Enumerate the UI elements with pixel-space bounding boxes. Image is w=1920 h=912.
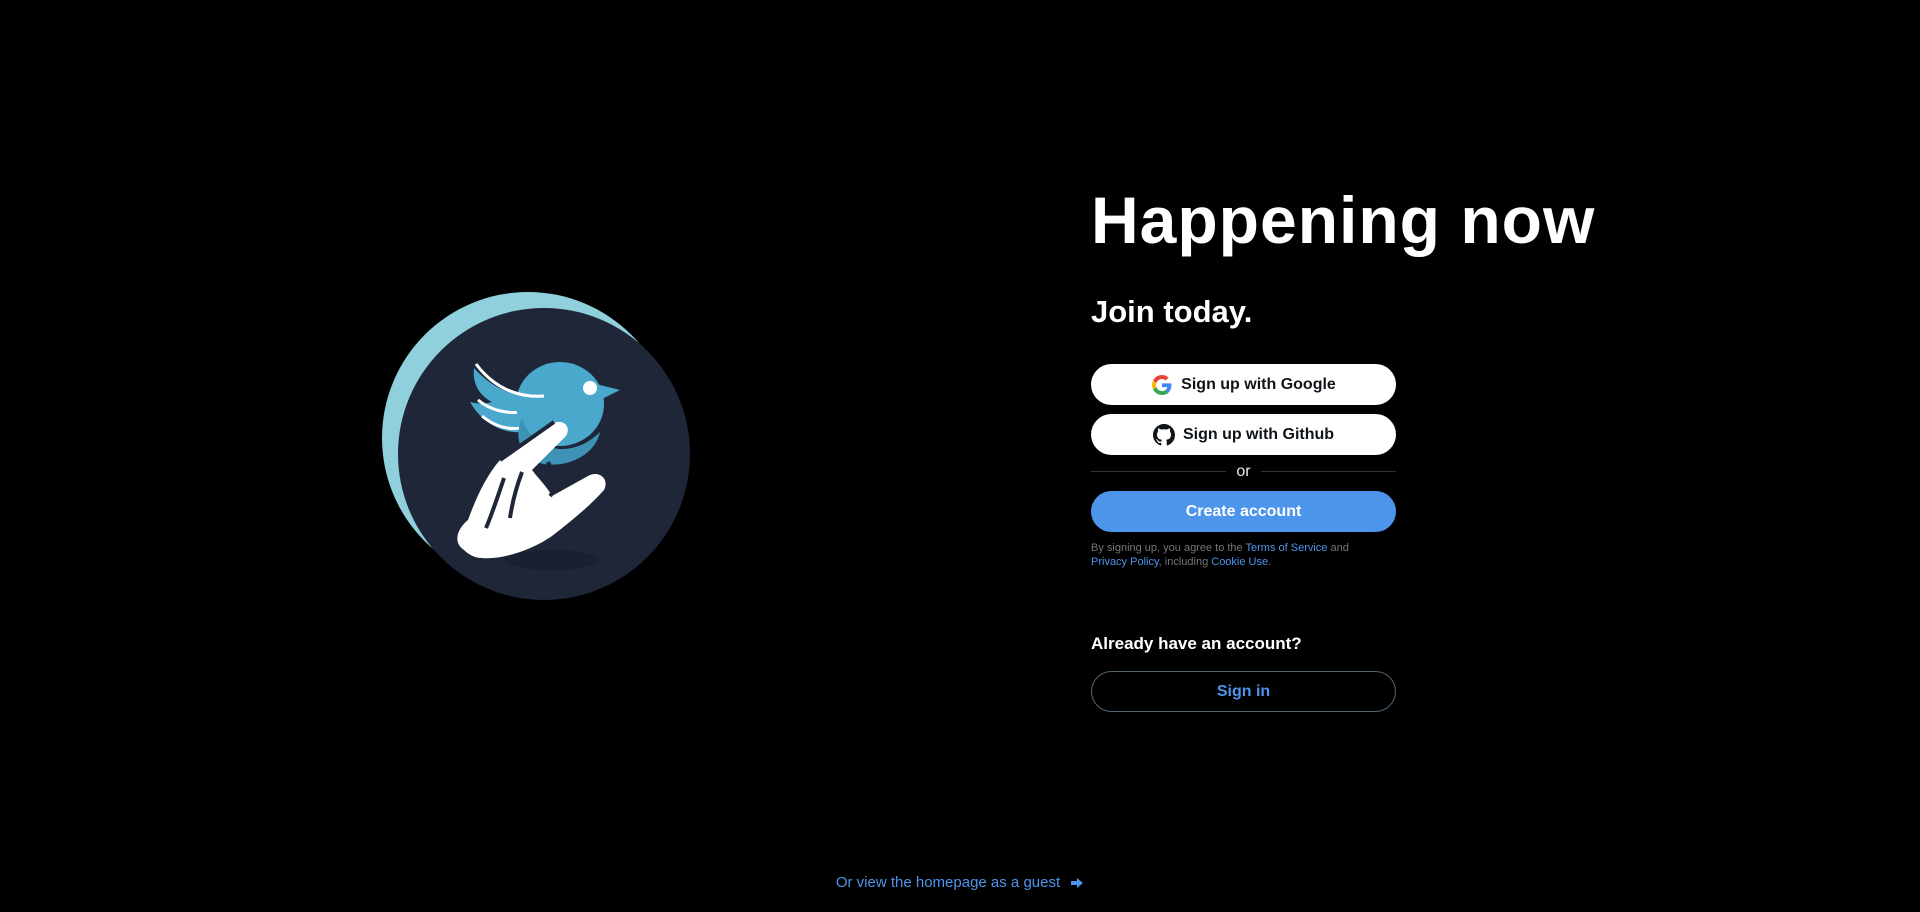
join-subhead: Join today.: [1091, 294, 1253, 329]
terms-notice: By signing up, you agree to the Terms of…: [1091, 541, 1396, 569]
or-divider: or: [1091, 460, 1397, 483]
page-headline: Happening now: [1091, 183, 1596, 257]
view-as-guest-link[interactable]: Or view the homepage as a guest: [836, 874, 1084, 891]
divider-text: or: [1236, 462, 1251, 480]
terms-and: and: [1327, 542, 1349, 554]
google-icon: [1151, 374, 1173, 396]
guest-link-text: Or view the homepage as a guest: [835, 874, 1061, 891]
terms-suffix: .: [1268, 556, 1272, 568]
bird-on-hand-logo-icon: [382, 292, 690, 600]
app-logo: [382, 292, 694, 604]
signup-options: Sign up with Google Sign up with Github …: [1091, 364, 1397, 712]
guest-link-row: Or view the homepage as a guest: [0, 874, 1920, 891]
terms-of-service-link[interactable]: Terms of Service: [1246, 542, 1328, 554]
divider-line-left: [1091, 471, 1227, 472]
sign-in-button[interactable]: Sign in: [1091, 671, 1396, 712]
github-signup-button[interactable]: Sign up with Github: [1091, 414, 1396, 455]
privacy-policy-link[interactable]: Privacy Policy: [1091, 556, 1159, 568]
github-signup-label: Sign up with Github: [1182, 425, 1335, 443]
cookie-use-link[interactable]: Cookie Use: [1211, 556, 1268, 568]
google-signup-label: Sign up with Google: [1181, 375, 1336, 393]
create-account-button[interactable]: Create account: [1091, 491, 1396, 532]
github-icon: [1152, 423, 1175, 446]
terms-prefix: By signing up, you agree to the: [1091, 542, 1246, 554]
google-signup-button[interactable]: Sign up with Google: [1091, 364, 1396, 405]
terms-including: , including: [1158, 556, 1212, 568]
signup-panel: Happening now Join today. Sign up with G…: [1091, 180, 1651, 712]
signup-page: Happening now Join today. Sign up with G…: [0, 0, 1920, 912]
divider-line-right: [1260, 471, 1397, 472]
already-have-account-heading: Already have an account?: [1091, 634, 1302, 653]
arrow-right-icon: [1070, 876, 1084, 890]
